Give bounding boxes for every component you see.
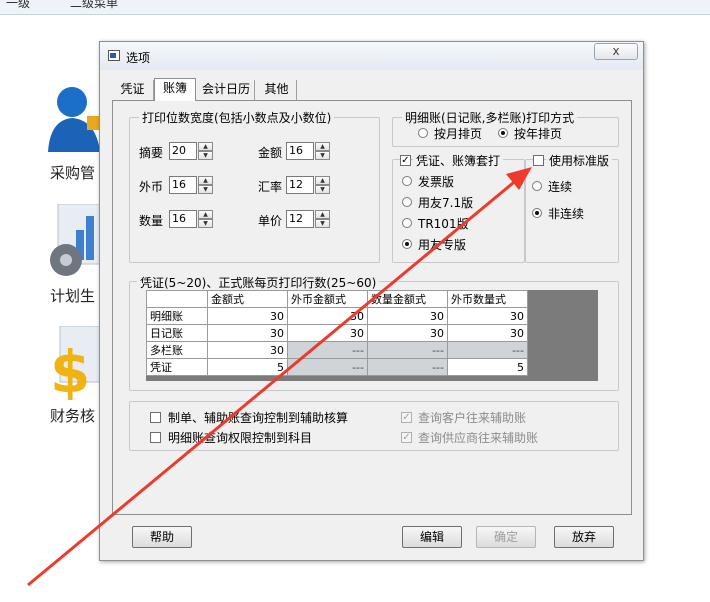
tab-ledger[interactable]: 账簿 [154,78,196,101]
annotation-arrow-icon [27,167,532,587]
